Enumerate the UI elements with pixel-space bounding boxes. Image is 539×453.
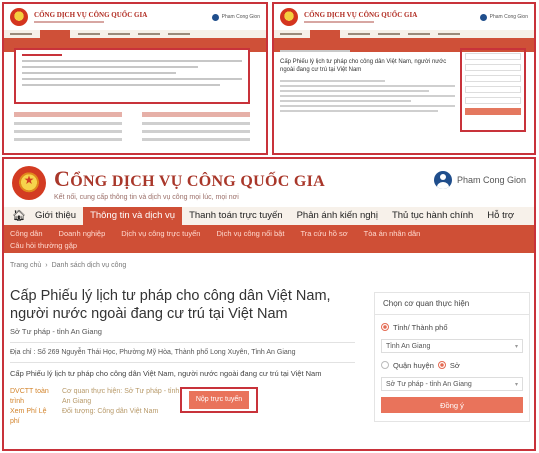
nav-item-online-payment[interactable]: Thanh toán trực tuyến bbox=[182, 207, 290, 225]
main-nav: 🏠︎ Giới thiệu Thông tin và dịch vụ Thanh… bbox=[4, 207, 534, 225]
divider bbox=[10, 342, 355, 343]
nav-item-about[interactable]: Giới thiệu bbox=[28, 207, 83, 225]
agency-selection-panel: Chọn cơ quan thực hiện Tỉnh/ Thành phố T… bbox=[374, 292, 530, 422]
panel-heading: Chọn cơ quan thực hiện bbox=[374, 292, 530, 314]
breadcrumb: Trang chủ › Danh sách dịch vụ công bbox=[4, 253, 534, 269]
thumb-header: CỔNG DỊCH VỤ CÔNG QUỐC GIA Pham Cong Gio… bbox=[4, 4, 266, 30]
service-address: Địa chỉ : Số 269 Nguyễn Thái Học, Phường… bbox=[10, 349, 296, 356]
panel-body: Tỉnh/ Thành phố Tỉnh An Giang ▾ Quận huy… bbox=[374, 314, 530, 422]
department-select[interactable]: Sở Tư pháp - tỉnh An Giang ▾ bbox=[381, 377, 523, 391]
thumb-brand: CỔNG DỊCH VỤ CÔNG QUỐC GIA bbox=[34, 11, 147, 23]
user-icon bbox=[479, 13, 487, 21]
thumb-user[interactable]: Pham Cong Gion bbox=[479, 13, 528, 21]
province-select-value: Tỉnh An Giang bbox=[386, 342, 431, 350]
thumb-user-name: Pham Cong Gion bbox=[221, 14, 260, 20]
nav-item-info-services[interactable]: Thông tin và dịch vụ bbox=[83, 207, 183, 225]
thumb-service-list bbox=[14, 112, 250, 141]
thumb-brand-subtitle bbox=[34, 21, 104, 23]
brand[interactable]: CỔNG DỊCH VỤ CÔNG QUỐC GIA Kết nối, cung… bbox=[54, 166, 325, 201]
user-menu[interactable]: Pham Cong Gion bbox=[433, 171, 526, 189]
thumb-nav bbox=[274, 30, 534, 38]
thumb-header: CỔNG DỊCH VỤ CÔNG QUỐC GIA Pham Cong Gio… bbox=[274, 4, 534, 30]
submit-online-label: Nộp trực tuyến bbox=[188, 391, 250, 409]
nav-item-support[interactable]: Hỗ trợ bbox=[480, 207, 521, 225]
radio-province-label: Tỉnh/ Thành phố bbox=[393, 322, 448, 332]
subnav-online-services[interactable]: Dịch vụ công trực tuyến bbox=[121, 229, 200, 238]
radio-district-label[interactable]: Quận huyện bbox=[393, 361, 434, 370]
service-meta: DVCTT toàn trình Xem Phí Lệ phí Cơ quan … bbox=[10, 387, 355, 427]
service-title: Cấp Phiếu lý lịch tư pháp cho công dân V… bbox=[10, 288, 331, 322]
nav-item-procedures[interactable]: Thủ tục hành chính bbox=[385, 207, 480, 225]
user-icon bbox=[211, 13, 219, 21]
radio-icon bbox=[381, 323, 389, 331]
thumb-brand: CỔNG DỊCH VỤ CÔNG QUỐC GIA bbox=[304, 11, 417, 23]
thumb-brand-title: CỔNG DỊCH VỤ CÔNG QUỐC GIA bbox=[34, 11, 148, 19]
thumbnail-search-dialog: CỔNG DỊCH VỤ CÔNG QUỐC GIA Pham Cong Gio… bbox=[2, 2, 268, 155]
confirm-button[interactable]: Đồng ý bbox=[381, 397, 523, 413]
thumb-breadcrumb bbox=[280, 50, 350, 52]
service-description[interactable]: Cấp Phiếu lý lịch tư pháp cho công dân V… bbox=[10, 369, 355, 379]
radio-group-level: Quận huyện Sở bbox=[381, 359, 523, 371]
chevron-down-icon: ▾ bbox=[514, 343, 518, 350]
radio-icon[interactable] bbox=[381, 361, 389, 369]
thumb-agency-panel bbox=[460, 48, 526, 132]
service-level: DVCTT toàn trình Xem Phí Lệ phí bbox=[10, 387, 56, 427]
thumb-brand-subtitle bbox=[304, 21, 374, 23]
subnav-track-dossier[interactable]: Tra cứu hồ sơ bbox=[300, 229, 347, 238]
service-content: Cấp Phiếu lý lịch tư pháp cho công dân V… bbox=[10, 287, 355, 427]
thumb-nav bbox=[4, 30, 266, 38]
breadcrumb-home[interactable]: Trang chủ bbox=[10, 262, 41, 269]
user-icon bbox=[433, 171, 452, 189]
sub-nav: Công dân Doanh nghiệp Dịch vụ công trực … bbox=[4, 225, 534, 253]
service-detail-view: CỔNG DỊCH VỤ CÔNG QUỐC GIA Kết nối, cung… bbox=[2, 157, 536, 451]
subnav-faq[interactable]: Câu hỏi thường gặp bbox=[10, 241, 77, 250]
thumb-service-title: Cấp Phiếu lý lịch tư pháp cho công dân V… bbox=[280, 59, 447, 73]
emblem-icon bbox=[10, 8, 28, 26]
service-agency: Sở Tư pháp - tỉnh An Giang bbox=[10, 327, 102, 336]
brand-title: CỔNG DỊCH VỤ CÔNG QUỐC GIA bbox=[54, 165, 325, 191]
service-target: Đối tượng: Công dân Việt Nam bbox=[62, 408, 159, 415]
province-select[interactable]: Tỉnh An Giang ▾ bbox=[381, 339, 523, 353]
user-name: Pham Cong Gion bbox=[456, 175, 526, 185]
subnav-business[interactable]: Doanh nghiệp bbox=[59, 229, 106, 238]
brand-subtitle: Kết nối, cung cấp thông tin và dịch vụ c… bbox=[54, 193, 239, 201]
emblem-icon bbox=[280, 8, 298, 26]
department-select-value: Sở Tư pháp - tỉnh An Giang bbox=[386, 380, 472, 388]
divider bbox=[10, 362, 355, 363]
nav-item-feedback[interactable]: Phản ánh kiến nghị bbox=[290, 207, 385, 225]
thumb-brand-title: CỔNG DỊCH VỤ CÔNG QUỐC GIA bbox=[304, 11, 418, 19]
submit-online-button[interactable]: Nộp trực tuyến bbox=[180, 387, 258, 413]
radio-province[interactable]: Tỉnh/ Thành phố bbox=[381, 321, 523, 333]
service-executing-agency: Cơ quan thực hiện: Sở Tư pháp - tỉnh An … bbox=[62, 388, 180, 405]
breadcrumb-current[interactable]: Danh sách dịch vụ công bbox=[52, 262, 127, 269]
thumb-search-results-dialog bbox=[14, 48, 250, 104]
chevron-down-icon: ▾ bbox=[514, 381, 518, 388]
service-level-label: DVCTT toàn trình bbox=[10, 388, 49, 405]
national-emblem-icon[interactable] bbox=[12, 166, 46, 200]
thumb-user[interactable]: Pham Cong Gion bbox=[211, 13, 260, 21]
view-fees-link[interactable]: Xem Phí Lệ phí bbox=[10, 407, 56, 427]
thumb-service-lines bbox=[280, 80, 455, 115]
breadcrumb-separator: › bbox=[45, 262, 48, 269]
thumb-user-name: Pham Cong Gion bbox=[489, 14, 528, 20]
site-header: CỔNG DỊCH VỤ CÔNG QUỐC GIA Kết nối, cung… bbox=[4, 159, 534, 207]
subnav-featured-services[interactable]: Dịch vụ công nổi bật bbox=[216, 229, 284, 238]
home-icon[interactable]: 🏠︎ bbox=[12, 207, 28, 225]
service-info: Cơ quan thực hiện: Sở Tư pháp - tỉnh An … bbox=[62, 387, 180, 427]
radio-department-label[interactable]: Sở bbox=[450, 361, 460, 370]
thumbnail-service-detail: CỔNG DỊCH VỤ CÔNG QUỐC GIA Pham Cong Gio… bbox=[272, 2, 536, 155]
subnav-peoples-court[interactable]: Tòa án nhân dân bbox=[364, 229, 421, 238]
radio-icon[interactable] bbox=[437, 361, 446, 369]
subnav-citizens[interactable]: Công dân bbox=[10, 229, 43, 238]
